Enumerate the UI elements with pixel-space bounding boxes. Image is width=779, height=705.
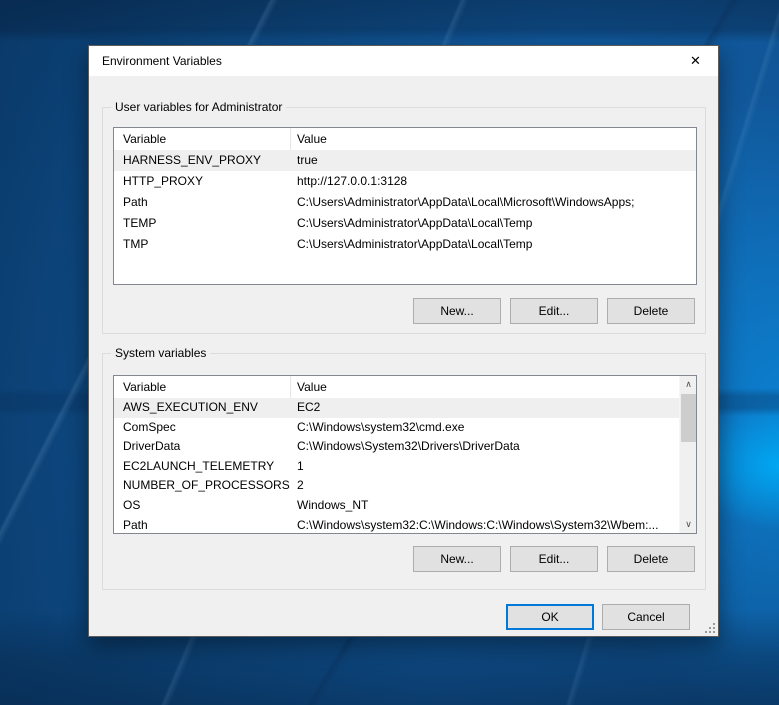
- variable-cell: DriverData: [114, 437, 291, 457]
- column-header-value[interactable]: Value: [291, 376, 696, 398]
- scroll-up-icon[interactable]: ∧: [680, 376, 697, 393]
- cancel-button[interactable]: Cancel: [602, 604, 690, 630]
- column-header-variable[interactable]: Variable: [114, 128, 291, 150]
- system-delete-button[interactable]: Delete: [607, 546, 695, 572]
- ok-button[interactable]: OK: [506, 604, 594, 630]
- list-header[interactable]: Variable Value: [114, 128, 696, 150]
- user-new-button[interactable]: New...: [413, 298, 501, 324]
- variable-cell: TEMP: [114, 213, 291, 234]
- table-row[interactable]: HTTP_PROXYhttp://127.0.0.1:3128: [114, 171, 696, 192]
- table-row[interactable]: TMPC:\Users\Administrator\AppData\Local\…: [114, 234, 696, 255]
- variable-cell: EC2LAUNCH_TELEMETRY: [114, 457, 291, 477]
- variable-cell: HARNESS_ENV_PROXY: [114, 150, 291, 171]
- value-cell: C:\Windows\System32\Drivers\DriverData: [291, 437, 679, 457]
- user-variables-group-label: User variables for Administrator: [111, 100, 286, 114]
- system-new-button[interactable]: New...: [413, 546, 501, 572]
- variable-cell: HTTP_PROXY: [114, 171, 291, 192]
- system-variables-list[interactable]: Variable Value AWS_EXECUTION_ENVEC2ComSp…: [113, 375, 697, 534]
- value-cell: 2: [291, 476, 679, 496]
- close-icon: ✕: [690, 53, 701, 68]
- system-variables-group-label: System variables: [111, 346, 210, 360]
- table-row[interactable]: PathC:\Users\Administrator\AppData\Local…: [114, 192, 696, 213]
- table-row[interactable]: ComSpecC:\Windows\system32\cmd.exe: [114, 418, 679, 438]
- variable-cell: AWS_EXECUTION_ENV: [114, 398, 291, 418]
- variable-cell: TMP: [114, 234, 291, 255]
- variable-cell: NUMBER_OF_PROCESSORS: [114, 476, 291, 496]
- value-cell: 1: [291, 457, 679, 477]
- column-header-value[interactable]: Value: [291, 128, 696, 150]
- user-edit-button[interactable]: Edit...: [510, 298, 598, 324]
- scrollbar-thumb[interactable]: [681, 394, 696, 442]
- close-button[interactable]: ✕: [673, 46, 718, 75]
- value-cell: C:\Windows\system32:C:\Windows:C:\Window…: [291, 516, 679, 534]
- table-row[interactable]: TEMPC:\Users\Administrator\AppData\Local…: [114, 213, 696, 234]
- value-cell: C:\Users\Administrator\AppData\Local\Tem…: [291, 213, 696, 234]
- user-variables-list[interactable]: Variable Value HARNESS_ENV_PROXYtrueHTTP…: [113, 127, 697, 285]
- desktop-wallpaper: Environment Variables ✕ User variables f…: [0, 0, 779, 705]
- value-cell: C:\Users\Administrator\AppData\Local\Mic…: [291, 192, 696, 213]
- value-cell: C:\Windows\system32\cmd.exe: [291, 418, 679, 438]
- table-row[interactable]: AWS_EXECUTION_ENVEC2: [114, 398, 679, 418]
- table-row[interactable]: EC2LAUNCH_TELEMETRY1: [114, 457, 679, 477]
- variable-cell: ComSpec: [114, 418, 291, 438]
- list-header[interactable]: Variable Value: [114, 376, 696, 398]
- system-edit-button[interactable]: Edit...: [510, 546, 598, 572]
- table-row[interactable]: DriverDataC:\Windows\System32\Drivers\Dr…: [114, 437, 679, 457]
- value-cell: EC2: [291, 398, 679, 418]
- user-delete-button[interactable]: Delete: [607, 298, 695, 324]
- column-header-variable[interactable]: Variable: [114, 376, 291, 398]
- scroll-down-icon[interactable]: ∨: [680, 516, 697, 533]
- variable-cell: Path: [114, 516, 291, 534]
- value-cell: Windows_NT: [291, 496, 679, 516]
- table-row[interactable]: OSWindows_NT: [114, 496, 679, 516]
- variable-cell: Path: [114, 192, 291, 213]
- variable-cell: OS: [114, 496, 291, 516]
- table-row[interactable]: NUMBER_OF_PROCESSORS2: [114, 476, 679, 496]
- environment-variables-dialog: Environment Variables ✕ User variables f…: [88, 45, 719, 637]
- window-title: Environment Variables: [102, 46, 222, 76]
- value-cell: C:\Users\Administrator\AppData\Local\Tem…: [291, 234, 696, 255]
- vertical-scrollbar[interactable]: ∧ ∨: [679, 376, 696, 533]
- value-cell: true: [291, 150, 696, 171]
- resize-grip[interactable]: [705, 623, 715, 633]
- value-cell: http://127.0.0.1:3128: [291, 171, 696, 192]
- title-bar[interactable]: Environment Variables ✕: [89, 46, 718, 76]
- table-row[interactable]: HARNESS_ENV_PROXYtrue: [114, 150, 696, 171]
- table-row[interactable]: PathC:\Windows\system32:C:\Windows:C:\Wi…: [114, 516, 679, 534]
